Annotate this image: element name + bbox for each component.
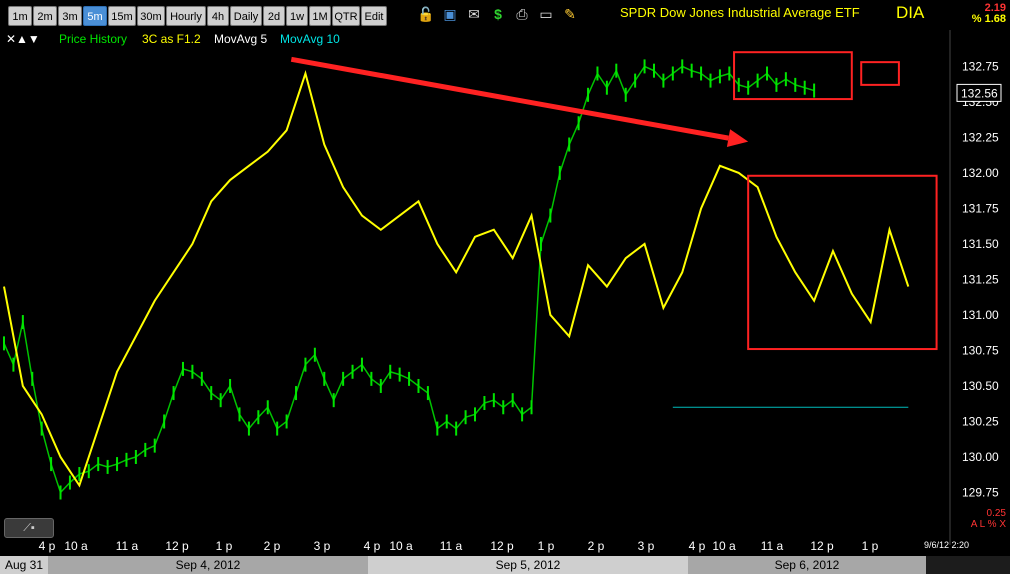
interval-tab-5m[interactable]: 5m: [83, 6, 107, 26]
chart-area[interactable]: 132.75132.50132.25132.00131.75131.50131.…: [0, 30, 1010, 556]
y-tick-label: 130.75: [962, 343, 999, 357]
annotation-box-3: [747, 174, 938, 351]
x-tick-label: 1 p: [862, 539, 879, 553]
bottom-scale-value: 0.25: [986, 508, 1006, 519]
y-tick-label: 132.00: [962, 166, 999, 180]
x-tick-label: 3 p: [638, 539, 655, 553]
y-tick-label: 132.75: [962, 59, 999, 73]
x-tick-label: 4 p: [689, 539, 706, 553]
last-price-label: 132.56: [961, 86, 998, 100]
corner-controls: 0.25 A L % X: [966, 508, 1006, 530]
interval-tab-hourly[interactable]: Hourly: [166, 6, 206, 26]
chart-title: SPDR Dow Jones Industrial Average ETF: [620, 5, 860, 20]
lock-icon[interactable]: 🔓: [416, 4, 436, 24]
annotation-arrow-head: [726, 129, 749, 147]
annotation-box-2: [860, 61, 900, 86]
x-tick-label: 2 p: [588, 539, 605, 553]
email-icon[interactable]: ✉: [464, 4, 484, 24]
interval-tab-3m[interactable]: 3m: [58, 6, 82, 26]
interval-tab-1m[interactable]: 1m: [8, 6, 32, 26]
ticker-symbol: DIA: [896, 3, 925, 22]
y-tick-label: 132.25: [962, 130, 999, 144]
date-axis: Aug 31 Sep 4, 2012 Sep 5, 2012 Sep 6, 2012: [0, 556, 1010, 574]
annotation-box-1: [733, 51, 853, 101]
x-tick-label: 12 p: [810, 539, 834, 553]
timestamp: 9/6/12 2:20: [924, 540, 970, 550]
change-percent: % 1.68: [971, 13, 1006, 25]
y-tick-label: 130.50: [962, 379, 999, 393]
interval-tab-2m[interactable]: 2m: [33, 6, 57, 26]
x-tick-label: 11 a: [116, 539, 139, 553]
annotation-arrow-shaft: [290, 56, 729, 141]
date-label: Sep 4, 2012: [48, 556, 368, 574]
date-label: Sep 5, 2012: [368, 556, 688, 574]
y-tick-label: 129.75: [962, 485, 999, 499]
interval-tab-30m[interactable]: 30m: [137, 6, 165, 26]
x-tick-label: 12 p: [165, 539, 189, 553]
x-tick-label: 11 a: [761, 539, 784, 553]
interval-tab-1m[interactable]: 1M: [309, 6, 331, 26]
x-tick-label: 1 p: [538, 539, 555, 553]
x-tick-label: 11 a: [440, 539, 463, 553]
y-tick-label: 131.25: [962, 272, 999, 286]
interval-tab-15m[interactable]: 15m: [108, 6, 136, 26]
date-label: Sep 6, 2012: [688, 556, 926, 574]
legend-controls[interactable]: ✕▲▼: [6, 32, 40, 46]
interval-tab-edit[interactable]: Edit: [361, 6, 387, 26]
y-tick-label: 131.00: [962, 308, 999, 322]
interval-tab-2d[interactable]: 2d: [263, 6, 285, 26]
x-tick-label: 4 p: [39, 539, 56, 553]
save-icon[interactable]: ▣: [440, 4, 460, 24]
bottom-marks[interactable]: A L % X: [966, 519, 1006, 530]
legend-ma10: MovAvg 10: [280, 32, 340, 46]
date-label: Aug 31: [0, 556, 48, 574]
card-icon[interactable]: ▭: [536, 4, 556, 24]
dollar-icon[interactable]: $: [488, 4, 508, 24]
interval-tab-qtr[interactable]: QTR: [332, 6, 360, 26]
x-tick-label: 10 a: [712, 539, 736, 553]
toolbar: 1m 2m 3m 5m 15m 30m Hourly 4h Daily 2d 1w 1M QTR Edit…: [0, 0, 1010, 30]
interval-tab-4h[interactable]: 4h: [207, 6, 229, 26]
x-tick-label: 4 p: [364, 539, 381, 553]
interval-tab-daily[interactable]: Daily: [230, 6, 262, 26]
x-tick-label: 10 a: [389, 539, 413, 553]
scroll-handle[interactable]: ⟋▪: [4, 518, 54, 538]
pencil-icon[interactable]: ✎: [560, 4, 580, 24]
print-icon[interactable]: ⎙: [512, 4, 532, 24]
legend-indicator: 3C as F1.2: [142, 32, 201, 46]
interval-tab-1w[interactable]: 1w: [286, 6, 308, 26]
y-tick-label: 131.75: [962, 201, 999, 215]
legend-price-history: Price History: [59, 32, 128, 46]
x-tick-label: 2 p: [264, 539, 281, 553]
x-tick-label: 12 p: [490, 539, 514, 553]
x-tick-label: 3 p: [314, 539, 331, 553]
legend-ma5: MovAvg 5: [214, 32, 268, 46]
y-tick-label: 130.25: [962, 414, 999, 428]
y-tick-label: 130.00: [962, 450, 999, 464]
x-tick-label: 1 p: [216, 539, 233, 553]
x-tick-label: 10 a: [64, 539, 88, 553]
y-tick-label: 131.50: [962, 237, 999, 251]
